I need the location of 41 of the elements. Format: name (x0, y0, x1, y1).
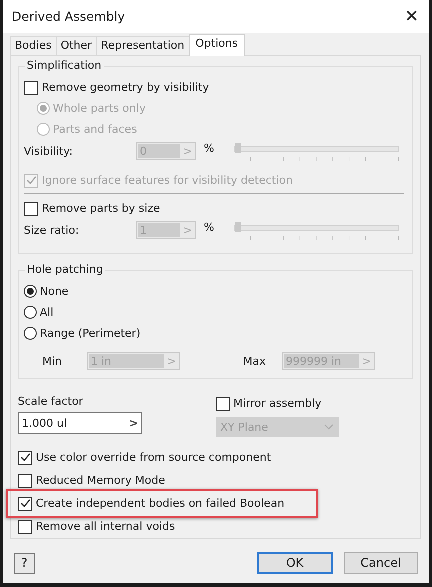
field-label: Max (242, 354, 266, 368)
group-title: Hole patching (25, 263, 106, 276)
checkbox-label: Create independent bodies on failed Boolean (36, 497, 285, 510)
checkbox-label: Mirror assembly (234, 397, 322, 410)
radio-label: None (40, 285, 69, 298)
checkbox[interactable] (24, 202, 38, 216)
field-label: Min (41, 354, 62, 368)
chevron-down-icon (324, 424, 334, 430)
radio-label: Parts and faces (53, 123, 138, 136)
unit-label: % (203, 221, 216, 234)
dialog-button[interactable]: OK (257, 552, 333, 574)
radio-label: All (40, 306, 54, 319)
field-label: Size ratio: (24, 223, 80, 237)
radio-label: Whole parts only (53, 102, 146, 115)
input-field[interactable]: 1.000 ul > (18, 412, 142, 434)
group-title: Simplification (25, 59, 104, 72)
radio-label: Range (Perimeter) (40, 327, 141, 340)
field-label: Scale factor (18, 394, 84, 410)
radio-button[interactable] (24, 285, 37, 298)
checkbox[interactable] (18, 474, 32, 488)
checkbox-label: Remove parts by size (42, 202, 160, 215)
field-label: Visibility: (24, 144, 74, 158)
dialog-button[interactable]: Cancel (344, 552, 418, 574)
checkbox-label: Ignore surface features for visibility detection (42, 174, 293, 187)
unit-label: % (203, 142, 216, 155)
checkbox[interactable] (24, 80, 38, 94)
checkbox[interactable] (18, 520, 32, 534)
checkbox[interactable] (18, 496, 32, 510)
checkbox-label: Reduced Memory Mode (36, 474, 166, 487)
window-title: Derived Assembly (12, 9, 126, 24)
checkbox-label: Remove all internal voids (36, 520, 176, 533)
checkbox-label: Remove geometry by visibility (42, 81, 210, 94)
close-button[interactable]: ✕ (404, 6, 419, 26)
checkbox-label: Use color override from source component (36, 451, 272, 464)
help-button[interactable]: ? (14, 552, 35, 574)
tab[interactable]: Bodies (10, 36, 57, 55)
checkbox[interactable] (18, 450, 32, 464)
checkbox[interactable] (216, 396, 230, 410)
radio-button[interactable] (24, 327, 37, 340)
tab[interactable]: Options (188, 34, 246, 56)
radio-button[interactable] (24, 306, 37, 319)
